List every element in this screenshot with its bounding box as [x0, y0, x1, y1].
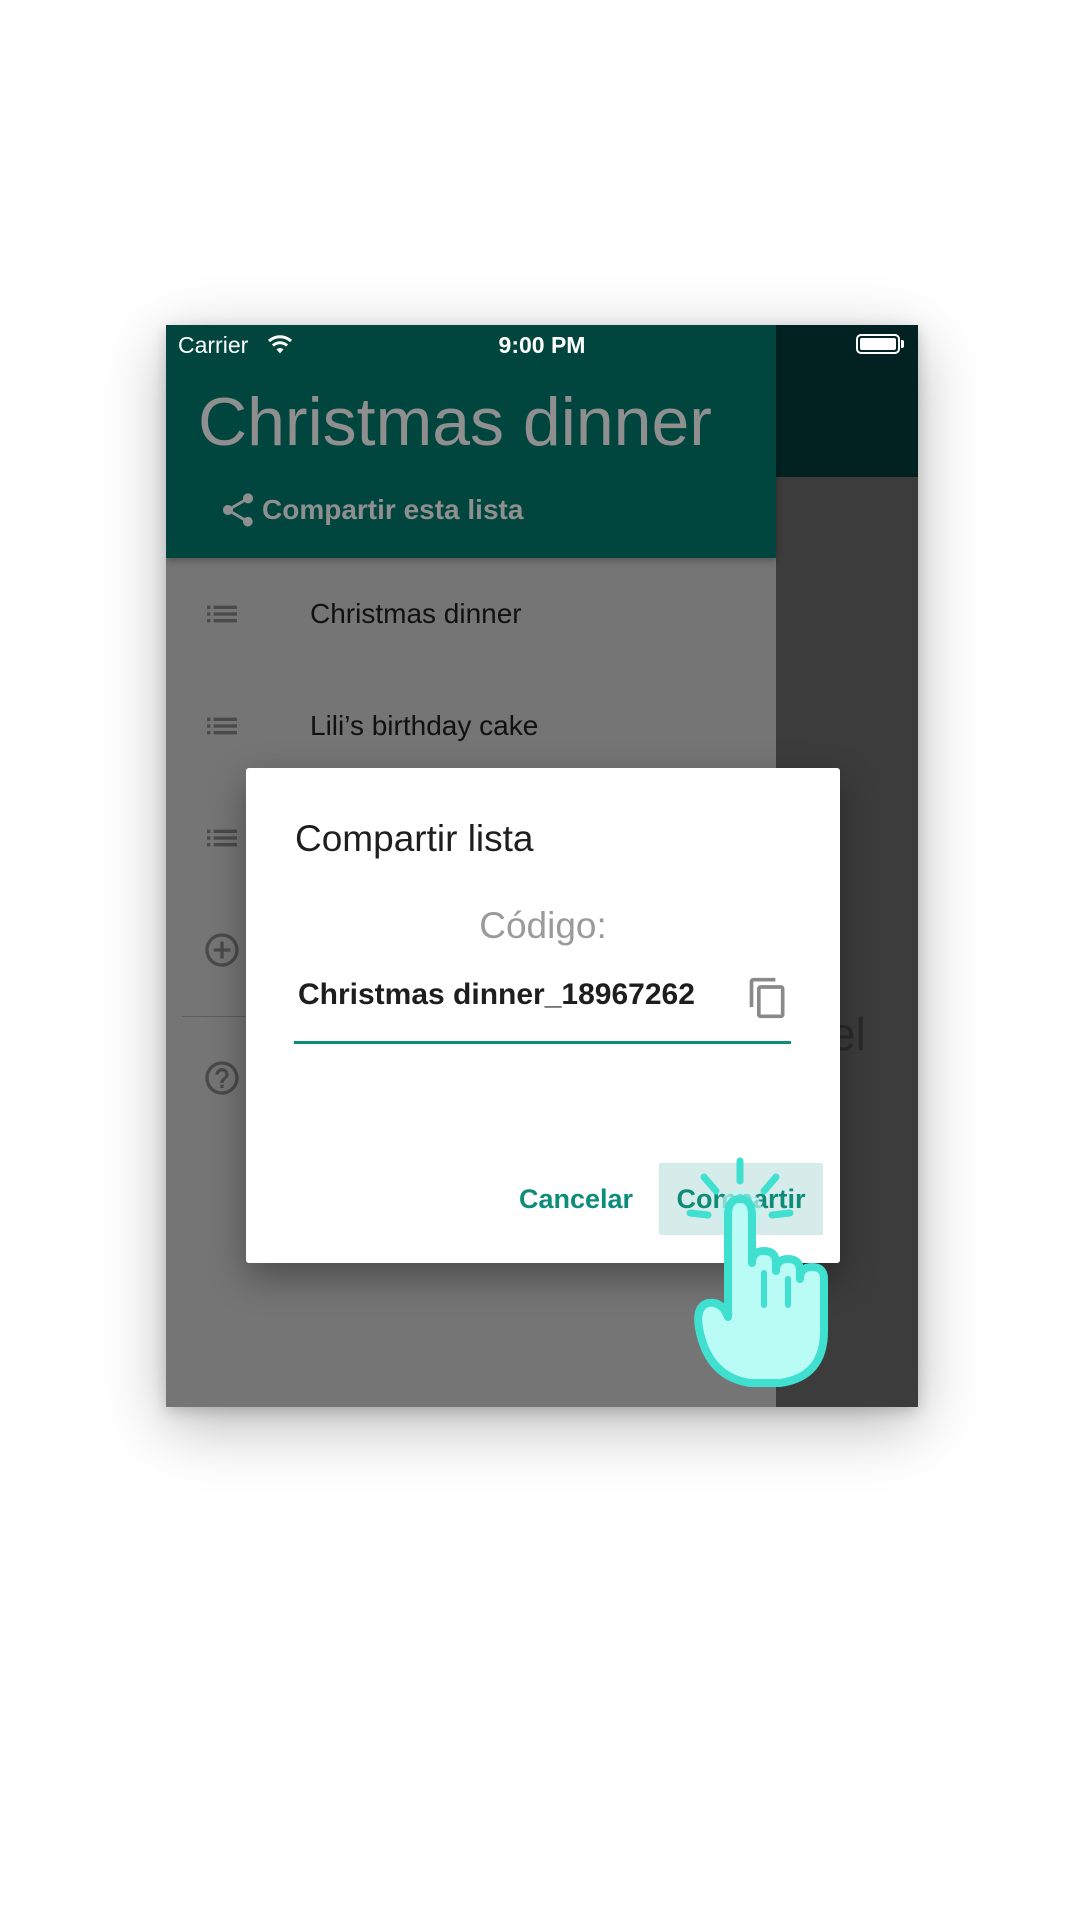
code-label: Código:	[479, 905, 607, 946]
code-value-field[interactable]: Christmas dinner_18967262	[298, 978, 695, 1012]
list-icon	[207, 829, 237, 847]
drawer-item-christmas-dinner[interactable]: Christmas dinner	[166, 558, 776, 670]
drawer-title: Christmas dinner	[198, 384, 712, 460]
drawer-item-label: Christmas dinner	[310, 598, 522, 629]
battery-tip	[901, 340, 904, 348]
copy-icon[interactable]	[746, 974, 790, 1022]
help-circle-icon	[205, 1061, 239, 1095]
code-field-underline	[294, 1041, 791, 1044]
tap-hand-pointer-icon	[686, 1157, 828, 1387]
share-list-label: Compartir esta lista	[262, 494, 524, 525]
status-time: 9:00 PM	[498, 332, 586, 358]
cancel-button[interactable]: Cancelar	[501, 1163, 651, 1235]
add-circle-icon	[205, 933, 239, 967]
drawer-item-label: Lili’s birthday cake	[310, 710, 539, 741]
battery-icon	[856, 334, 900, 354]
dialog-title: Compartir lista	[295, 818, 534, 859]
share-icon	[223, 493, 253, 527]
status-bar: Carrier 9:00 PM	[166, 325, 918, 367]
share-list-link[interactable]: Compartir esta lista	[218, 490, 523, 530]
drawer-item-lilis-birthday-cake[interactable]: Lili’s birthday cake	[166, 670, 776, 782]
list-icon	[207, 717, 237, 735]
list-icon	[207, 605, 237, 623]
